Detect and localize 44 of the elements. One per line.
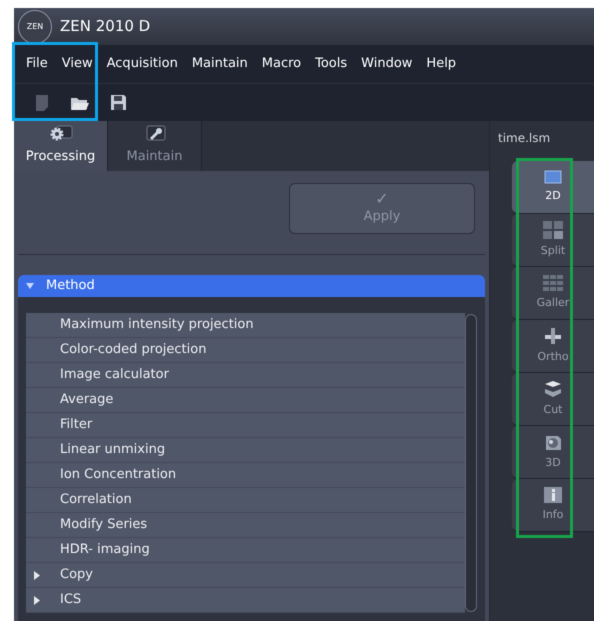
scrollbar[interactable] bbox=[465, 314, 477, 612]
menu-item[interactable]: Window bbox=[361, 54, 412, 74]
app-logo: ZEN bbox=[18, 10, 52, 44]
view-button[interactable]: Ortho bbox=[512, 320, 594, 373]
grid-icon bbox=[543, 274, 563, 291]
save-icon[interactable] bbox=[110, 94, 127, 111]
document-tab[interactable]: time.lsm bbox=[490, 121, 594, 155]
method-item[interactable]: Modify Series bbox=[26, 513, 465, 538]
gear-icon bbox=[48, 125, 72, 144]
view-button[interactable]: Cut bbox=[512, 373, 594, 426]
view-button[interactable]: Galler bbox=[512, 267, 594, 320]
method-item[interactable]: Maximum intensity projection bbox=[26, 313, 465, 338]
method-item[interactable]: Color-coded projection bbox=[26, 338, 465, 363]
method-item[interactable]: Average bbox=[26, 388, 465, 413]
view-button[interactable]: 2D bbox=[512, 161, 594, 214]
method-item[interactable]: Copy bbox=[26, 563, 465, 588]
tab[interactable]: Processing bbox=[14, 121, 108, 171]
method-item[interactable]: Ion Concentration bbox=[26, 463, 465, 488]
menu-item[interactable]: Tools bbox=[315, 54, 348, 74]
caret-icon bbox=[26, 283, 34, 289]
view-button[interactable]: Info bbox=[512, 479, 594, 532]
menu-item[interactable]: Acquisition bbox=[106, 54, 178, 74]
method-item[interactable]: Image calculator bbox=[26, 363, 465, 388]
tab[interactable]: Maintain bbox=[108, 121, 202, 171]
menu-item[interactable]: File bbox=[26, 54, 48, 74]
expand-arrow-icon bbox=[34, 570, 40, 580]
menu-item[interactable]: Help bbox=[426, 54, 456, 74]
method-item[interactable]: Correlation bbox=[26, 488, 465, 513]
menu-item[interactable]: Macro bbox=[262, 54, 302, 74]
method-item[interactable]: Filter bbox=[26, 413, 465, 438]
window-title: ZEN 2010 D bbox=[60, 16, 150, 38]
method-item[interactable]: ICS bbox=[26, 588, 465, 613]
view-button[interactable]: Split bbox=[512, 214, 594, 267]
view-button[interactable]: 3D bbox=[512, 426, 594, 479]
info-icon bbox=[544, 486, 562, 503]
method-item[interactable]: Linear unmixing bbox=[26, 438, 465, 463]
menu-item[interactable]: View bbox=[62, 54, 93, 74]
square-icon bbox=[544, 170, 562, 184]
method-item[interactable]: HDR- imaging bbox=[26, 538, 465, 563]
method-header[interactable]: Method bbox=[18, 275, 485, 297]
expand-arrow-icon bbox=[34, 596, 40, 604]
layers-icon bbox=[543, 380, 563, 398]
menu-item[interactable]: Maintain bbox=[192, 54, 248, 74]
grid-icon bbox=[543, 220, 563, 239]
